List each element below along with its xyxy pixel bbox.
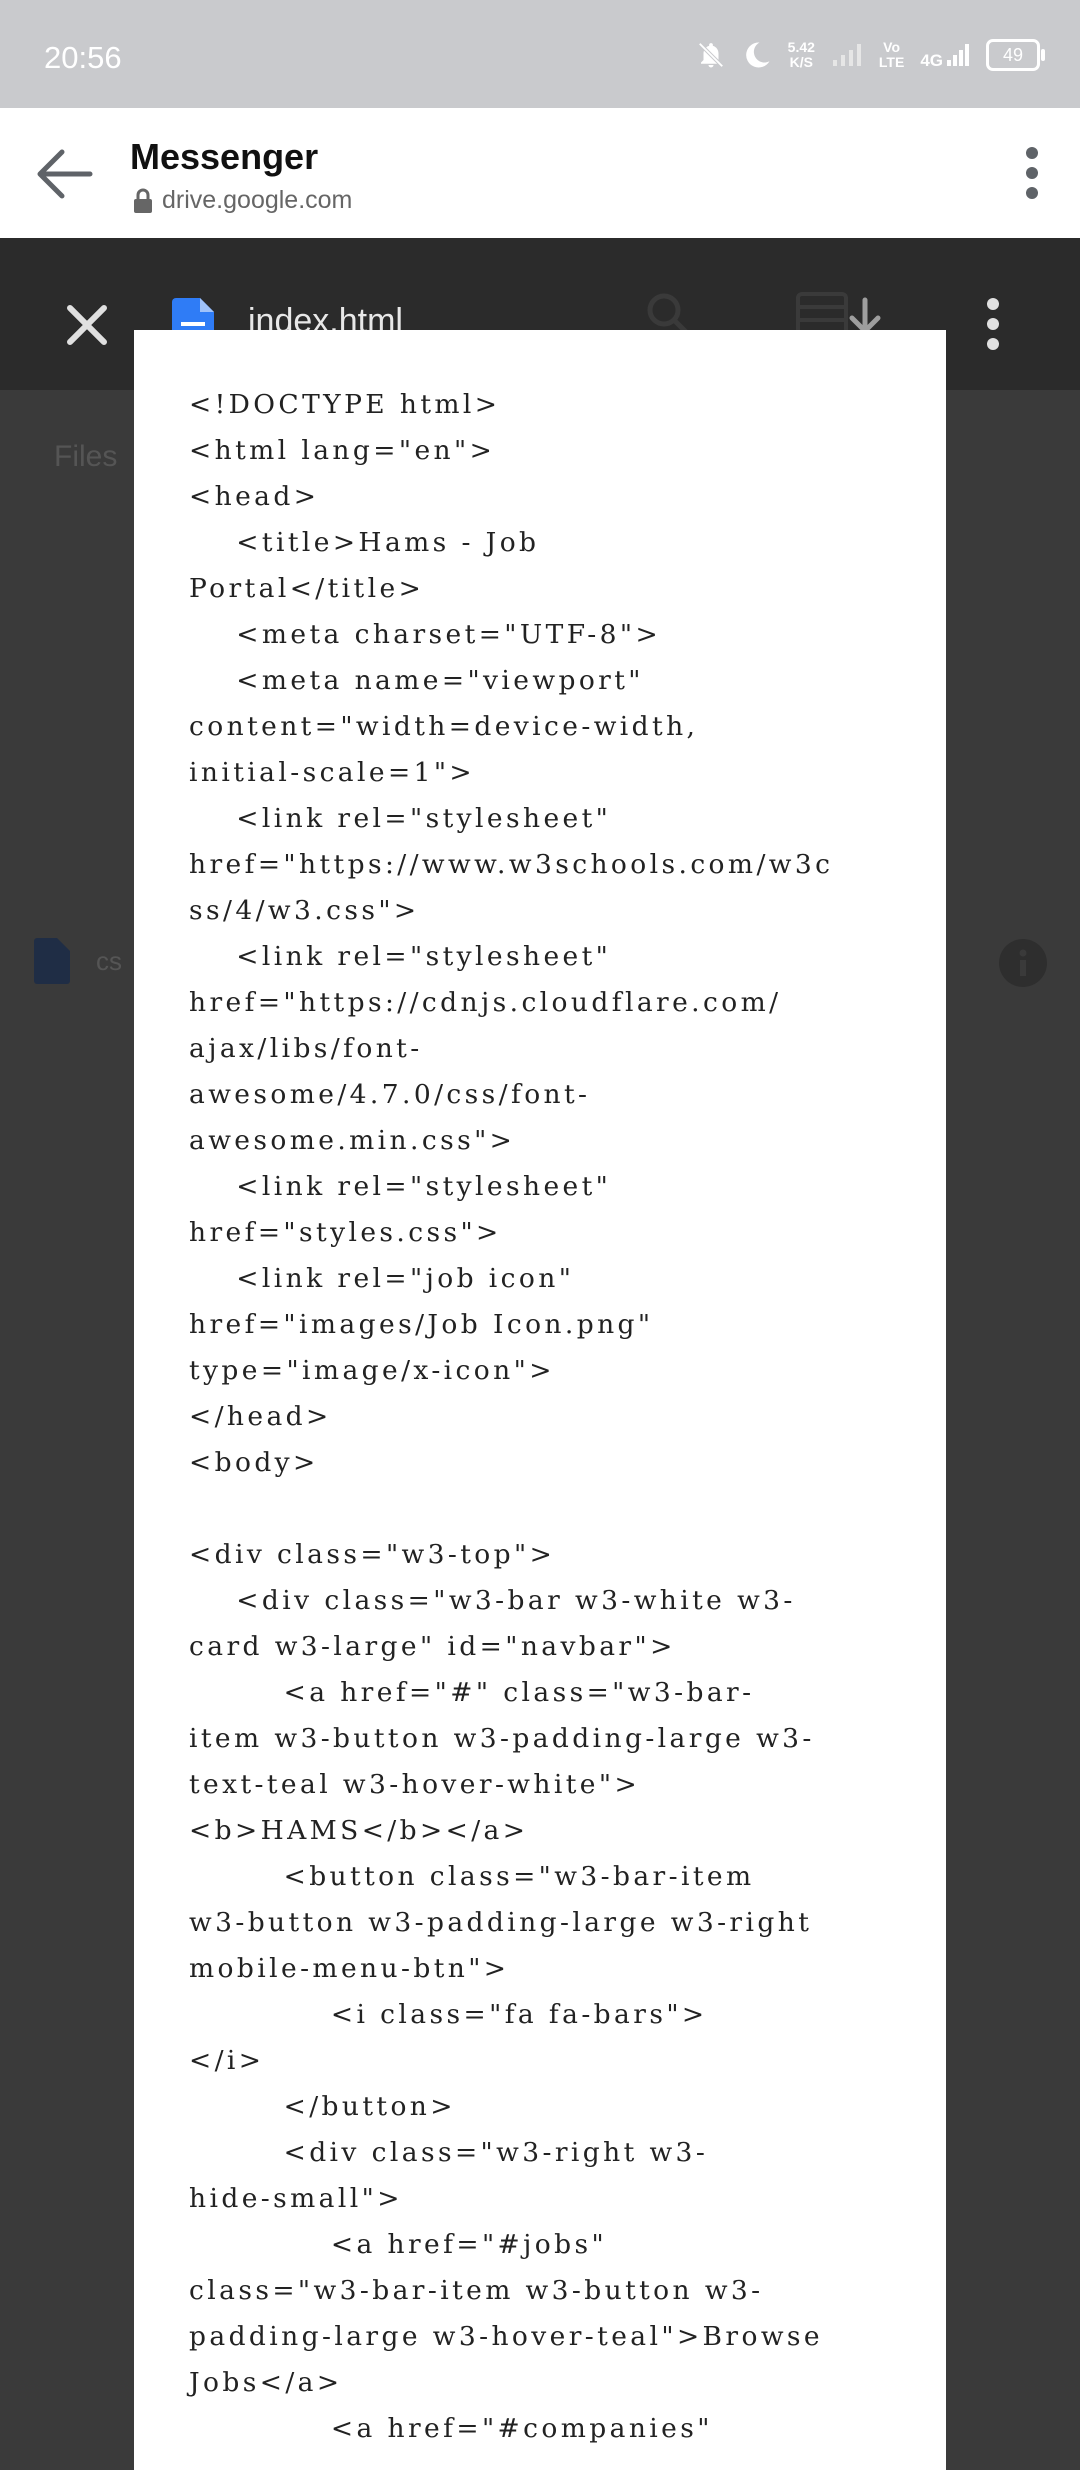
code-line: <title>Hams - Job — [189, 527, 540, 558]
code-line: <head> — [189, 481, 320, 512]
moon-icon — [745, 42, 770, 68]
status-time: 20:56 — [44, 40, 122, 75]
code-line: href="images/Job Icon.png" — [189, 1309, 654, 1340]
code-line: <a href="#" class="w3-bar- — [189, 1677, 755, 1708]
volte-top: Vo — [883, 39, 901, 55]
page-url: drive.google.com — [162, 186, 353, 214]
close-icon[interactable] — [62, 300, 112, 350]
code-line: class="w3-bar-item w3-button w3- — [189, 2275, 764, 2306]
code-line: <div class="w3-bar w3-white w3- — [189, 1585, 796, 1616]
net-speed: 5.42 K/S — [788, 40, 815, 70]
net-speed-value: 5.42 — [787, 39, 815, 55]
code-line: awesome.min.css"> — [189, 1125, 516, 1156]
more-vert-icon[interactable] — [1024, 146, 1040, 200]
code-line: Jobs</a> — [189, 2367, 343, 2398]
code-line: <b>HAMS</b></a> — [189, 1815, 529, 1846]
code-line: <a href="#jobs" — [189, 2229, 608, 2260]
code-line: <link rel="stylesheet" — [189, 941, 612, 972]
code-line: awesome/4.7.0/css/font- — [189, 1079, 591, 1110]
network-4g: 4G — [920, 42, 970, 70]
code-line: <link rel="stylesheet" — [189, 803, 612, 834]
code-line: href="styles.css"> — [189, 1217, 502, 1248]
code-line: <meta charset="UTF-8"> — [189, 619, 662, 650]
code-line: card w3-large" id="navbar"> — [189, 1631, 676, 1662]
code-line: <a href="#companies" — [189, 2413, 713, 2444]
code-line: <i class="fa fa-bars"> — [189, 1999, 708, 2030]
code-line: <div class="w3-right w3- — [189, 2137, 709, 2168]
code-line: item w3-button w3-padding-large w3- — [189, 1723, 815, 1754]
volte-indicator: Vo LTE — [879, 40, 904, 70]
code-line: padding-large w3-hover-teal">Browse — [189, 2321, 824, 2352]
network-type: 4G — [920, 51, 943, 70]
code-line: href="https://www.w3schools.com/w3c — [189, 849, 834, 880]
code-line: </head> — [189, 1401, 332, 1432]
status-icons: 5.42 K/S Vo LTE 4G 49 — [696, 30, 1045, 80]
code-preview-sheet[interactable]: <!DOCTYPE html> <html lang="en"> <head> <t… — [134, 330, 946, 2470]
code-line: ss/4/w3.css"> — [189, 895, 420, 926]
file-icon — [34, 938, 70, 984]
code-line: hide-small"> — [189, 2183, 403, 2214]
code-line: initial-scale=1"> — [189, 757, 476, 788]
app-bar: Messenger drive.google.com — [0, 108, 1080, 239]
code-line: href="https://cdnjs.cloudflare.com/ — [189, 987, 782, 1018]
code-line: <html lang="en"> — [189, 435, 496, 466]
code-line: <!DOCTYPE html> — [189, 389, 501, 420]
code-line: </button> — [189, 2091, 456, 2122]
code-content: <!DOCTYPE html> <html lang="en"> <head> <t… — [189, 382, 909, 2452]
code-line: </i> — [189, 2045, 265, 2076]
back-arrow-icon[interactable] — [34, 146, 94, 202]
battery-icon: 49 — [986, 39, 1045, 71]
background-file-name: cs — [96, 946, 122, 976]
info-icon — [999, 939, 1047, 987]
app-title: Messenger — [130, 136, 319, 177]
net-speed-unit: K/S — [789, 54, 813, 70]
url-row: drive.google.com — [132, 186, 352, 215]
more-vert-icon[interactable] — [986, 298, 1000, 350]
lock-icon — [134, 188, 152, 213]
signal-icon — [947, 44, 969, 66]
status-bar: 20:56 5.42 K/S Vo LTE 4G 49 — [0, 0, 1080, 108]
code-line: w3-button w3-padding-large w3-right — [189, 1907, 813, 1938]
battery-level: 49 — [1002, 45, 1024, 65]
files-label: Files — [54, 440, 118, 473]
code-line: text-teal w3-hover-white"> — [189, 1769, 641, 1800]
mute-bell-icon — [698, 42, 724, 68]
volte-bottom: LTE — [878, 54, 905, 70]
code-line: ajax/libs/font- — [189, 1033, 423, 1064]
code-line: <div class="w3-top"> — [189, 1539, 556, 1570]
code-line: <body> — [189, 1447, 319, 1478]
code-line: <button class="w3-bar-item — [189, 1861, 755, 1892]
code-line: <link rel="stylesheet" — [189, 1171, 612, 1202]
code-line: <link rel="job icon" — [189, 1263, 575, 1294]
code-line: <meta name="viewport" — [189, 665, 644, 696]
code-line: type="image/x-icon"> — [189, 1355, 555, 1386]
code-line: content="width=device-width, — [189, 711, 699, 742]
code-line: mobile-menu-btn"> — [189, 1953, 510, 1984]
code-line: Portal</title> — [189, 573, 425, 604]
signal-icon — [832, 44, 861, 66]
